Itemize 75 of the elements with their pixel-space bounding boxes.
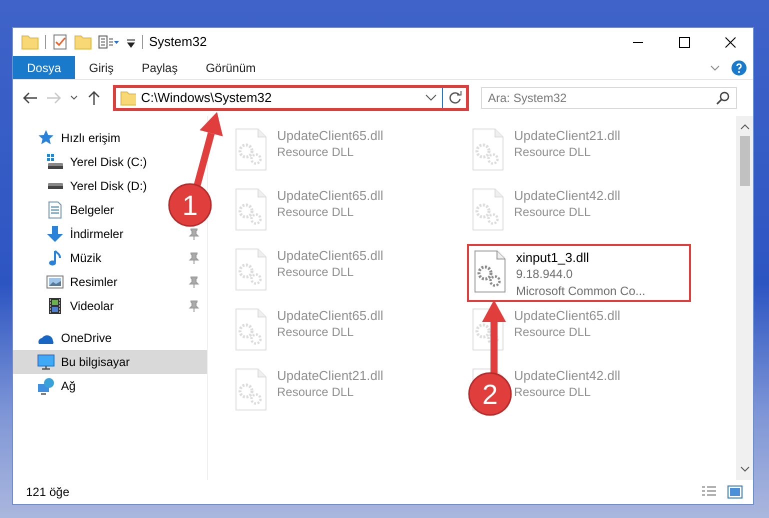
back-arrow-icon	[22, 91, 38, 105]
forward-arrow-icon	[46, 91, 62, 105]
pin-icon[interactable]	[189, 300, 199, 312]
scroll-up-icon[interactable]	[740, 122, 750, 132]
file-detail: Microsoft Common Co...	[516, 283, 646, 300]
file-detail: Resource DLL	[277, 384, 355, 401]
maximize-icon	[678, 36, 690, 48]
sidebar-item[interactable]: Yerel Disk (D:)	[13, 174, 169, 198]
film-icon	[46, 297, 64, 315]
file-name: xinput1_3.dll	[516, 249, 590, 266]
document-icon	[46, 201, 64, 219]
sidebar-item[interactable]: Yerel Disk (C:)	[13, 150, 169, 174]
file-detail: Resource DLL	[277, 324, 355, 341]
settings-file-icon	[472, 249, 508, 295]
folder-icon	[120, 89, 136, 107]
file-detail: Resource DLL	[514, 324, 592, 341]
file-detail: Resource DLL	[277, 204, 355, 221]
computer-icon	[37, 353, 55, 371]
scroll-down-icon[interactable]	[740, 464, 750, 474]
close-icon	[724, 36, 736, 48]
sidebar-item[interactable]: Ağ	[13, 374, 169, 398]
refresh-icon[interactable]	[448, 91, 462, 105]
up-arrow-icon	[87, 90, 101, 106]
drive-icon	[46, 183, 64, 189]
scrollbar[interactable]	[736, 116, 753, 480]
file-detail: Resource DLL	[514, 384, 592, 401]
file-detail: Resource DLL	[514, 204, 592, 221]
ribbon-tab[interactable]: Dosya	[13, 56, 76, 79]
folder-icon	[21, 33, 39, 51]
address-bar[interactable]: C:\Windows\System32	[113, 85, 469, 111]
sidebar-item[interactable]: OneDrive	[13, 326, 169, 350]
item-count: 121 öğe	[26, 484, 70, 501]
large-icons-view-icon[interactable]	[727, 485, 743, 499]
address-path: C:\Windows\System32	[141, 89, 273, 108]
dropdown-caret-icon[interactable]	[425, 93, 437, 103]
step-number-badge: 1	[168, 183, 212, 227]
file-detail: Resource DLL	[514, 144, 592, 161]
view-options-icon[interactable]	[98, 33, 120, 51]
network-icon	[37, 377, 55, 395]
scroll-thumb[interactable]	[740, 136, 750, 186]
file-detail: Resource DLL	[277, 264, 355, 281]
star-icon	[37, 129, 55, 147]
sidebar-item[interactable]: Hızlı erişim	[13, 126, 169, 150]
pin-icon[interactable]	[189, 252, 199, 264]
sidebar-item[interactable]: Videolar	[13, 294, 207, 318]
caret-icon	[70, 95, 78, 101]
picture-icon	[46, 273, 64, 291]
file-icon	[233, 307, 269, 353]
ribbon-tab[interactable]: Paylaş	[128, 56, 192, 79]
pin-icon[interactable]	[189, 228, 199, 240]
search-field[interactable]: Ara: System32	[481, 87, 737, 109]
properties-icon[interactable]	[52, 33, 68, 51]
window-title: System32	[149, 33, 207, 52]
file-icon	[470, 187, 506, 233]
pin-icon[interactable]	[189, 276, 199, 288]
drive-icon	[46, 153, 64, 171]
step-number-badge: 2	[468, 372, 512, 416]
file-icon	[470, 127, 506, 173]
help-icon[interactable]	[731, 60, 747, 76]
music-note-icon	[46, 249, 64, 267]
file-icon	[233, 367, 269, 413]
download-arrow-icon	[46, 225, 64, 243]
file-detail: Resource DLL	[277, 144, 355, 161]
sidebar-item[interactable]: Belgeler	[13, 198, 169, 222]
ribbon-tab[interactable]: Giriş	[75, 56, 128, 79]
ribbon-tab[interactable]: Görünüm	[192, 56, 270, 79]
sidebar-item[interactable]: Bu bilgisayar	[13, 350, 207, 374]
sidebar-item[interactable]: Müzik	[13, 246, 207, 270]
search-icon[interactable]	[716, 91, 730, 105]
sidebar-item[interactable]: Resimler	[13, 270, 207, 294]
file-icon	[233, 247, 269, 293]
file-icon	[233, 187, 269, 233]
file-icon	[233, 127, 269, 173]
file-detail: 9.18.944.0	[516, 266, 574, 283]
file-item[interactable]: xinput1_3.dll 9.18.944.0 Microsoft Common Co...	[467, 244, 691, 302]
